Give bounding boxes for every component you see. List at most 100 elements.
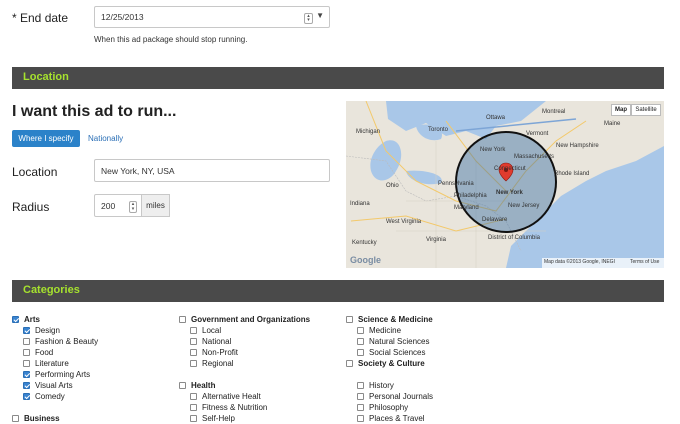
radius-input[interactable]: 200 ▴ ▾ [94, 194, 142, 217]
category-label: Philosophy [369, 403, 409, 412]
category-group[interactable]: Business [12, 414, 60, 424]
category-label: Non-Profit [202, 348, 239, 357]
checkbox[interactable] [190, 415, 197, 423]
checkbox[interactable] [190, 393, 197, 401]
category-label: Natural Sciences [369, 337, 430, 346]
category-item[interactable]: Medicine [357, 326, 401, 336]
checkbox[interactable] [23, 360, 30, 368]
category-item[interactable]: Non-Profit [190, 348, 238, 358]
map-label: New York [480, 147, 506, 153]
map-label: District of Columbia [488, 235, 541, 241]
category-item[interactable]: Alternative Healt [190, 392, 261, 402]
category-item[interactable]: Local [190, 326, 221, 336]
checkbox-checked[interactable] [23, 327, 30, 335]
map-label: Delaware [482, 217, 508, 223]
tab-nationally[interactable]: Nationally [88, 134, 123, 143]
checkbox-checked[interactable] [12, 316, 19, 324]
category-item[interactable]: Design [23, 326, 60, 336]
map-label: Toronto [428, 127, 449, 133]
map-label: Philadelphia [454, 193, 487, 199]
checkbox[interactable] [357, 327, 364, 335]
end-date-input[interactable]: 12/25/2013 ▴ ▾ ▼ [94, 6, 330, 28]
map-label: Maryland [454, 205, 479, 211]
category-group[interactable]: Science & Medicine [346, 315, 433, 325]
category-item[interactable]: Literature [23, 359, 69, 369]
map-terms-link[interactable]: Terms of Use [630, 259, 659, 265]
checkbox[interactable] [346, 360, 353, 368]
end-date-label: * End date [12, 11, 69, 25]
category-label: Arts [24, 315, 41, 324]
date-stepper[interactable]: ▴ ▾ [304, 13, 313, 24]
map-label: Michigan [356, 129, 380, 135]
category-item[interactable]: History [357, 381, 394, 391]
marker-label: New York [496, 190, 523, 196]
checkbox[interactable] [190, 327, 197, 335]
category-item[interactable]: Food [23, 348, 53, 358]
checkbox[interactable] [23, 338, 30, 346]
radius-label: Radius [12, 200, 50, 214]
category-item[interactable]: Social Sciences [357, 348, 425, 358]
tab-where-i-specify[interactable]: Where I specify [12, 130, 80, 147]
category-label: Literature [35, 359, 69, 368]
category-group[interactable]: Arts [12, 315, 40, 325]
location-heading: I want this ad to run... [12, 103, 177, 120]
category-item[interactable]: Fashion & Beauty [23, 337, 98, 347]
category-item[interactable]: Fitness & Nutrition [190, 403, 267, 413]
checkbox[interactable] [357, 382, 364, 390]
checkbox[interactable] [179, 382, 186, 390]
map-view[interactable]: Michigan Toronto Ottawa Montreal Maine V… [346, 101, 664, 268]
category-item[interactable]: Regional [190, 359, 234, 369]
category-group[interactable]: Society & Culture [346, 359, 425, 369]
category-item[interactable]: Visual Arts [23, 381, 73, 391]
category-item[interactable]: Places & Travel [357, 414, 425, 424]
checkbox[interactable] [357, 349, 364, 357]
checkbox[interactable] [190, 360, 197, 368]
checkbox[interactable] [190, 349, 197, 357]
checkbox-checked[interactable] [23, 393, 30, 401]
radius-stepper[interactable]: ▴ ▾ [129, 201, 137, 213]
category-item[interactable]: Comedy [23, 392, 65, 402]
checkbox[interactable] [23, 349, 30, 357]
map-label: New Hampshire [556, 143, 599, 149]
map-type-map-button[interactable]: Map [611, 104, 631, 116]
location-input[interactable]: New York, NY, USA [94, 159, 330, 182]
category-label: Social Sciences [369, 348, 426, 357]
map-label: New Jersey [508, 203, 539, 209]
checkbox[interactable] [357, 338, 364, 346]
checkbox[interactable] [190, 338, 197, 346]
category-item[interactable]: Self-Help [190, 414, 235, 424]
category-group[interactable]: Government and Organizations [179, 315, 310, 325]
category-item[interactable]: National [190, 337, 231, 347]
checkbox[interactable] [346, 316, 353, 324]
category-label: Medicine [369, 326, 402, 335]
map-label: Kentucky [352, 240, 377, 246]
checkbox[interactable] [12, 415, 19, 423]
category-label: Food [35, 348, 54, 357]
map-canvas[interactable]: Michigan Toronto Ottawa Montreal Maine V… [346, 101, 664, 268]
location-section-header: Location [12, 67, 664, 89]
map-type-satellite-button[interactable]: Satellite [631, 104, 661, 116]
checkbox[interactable] [357, 404, 364, 412]
category-item[interactable]: Natural Sciences [357, 337, 429, 347]
category-label: Health [191, 381, 216, 390]
category-label: Design [35, 326, 60, 335]
category-item[interactable]: Performing Arts [23, 370, 90, 380]
chevron-down-icon[interactable]: ▼ [316, 11, 324, 20]
checkbox-checked[interactable] [23, 382, 30, 390]
category-item[interactable]: Personal Journals [357, 392, 433, 402]
checkbox[interactable] [190, 404, 197, 412]
map-label: Ottawa [486, 115, 506, 121]
google-logo: Google [350, 255, 381, 265]
checkbox[interactable] [179, 316, 186, 324]
checkbox-checked[interactable] [23, 371, 30, 379]
map-label: Rhode Island [554, 171, 589, 177]
end-date-help: When this ad package should stop running… [94, 35, 248, 44]
category-label: Alternative Healt [202, 392, 261, 401]
category-label: Visual Arts [35, 381, 73, 390]
checkbox[interactable] [357, 415, 364, 423]
category-group[interactable]: Health [179, 381, 215, 391]
checkbox[interactable] [357, 393, 364, 401]
categories-section-header: Categories [12, 280, 664, 302]
category-item[interactable]: Philosophy [357, 403, 408, 413]
category-label: Local [202, 326, 222, 335]
